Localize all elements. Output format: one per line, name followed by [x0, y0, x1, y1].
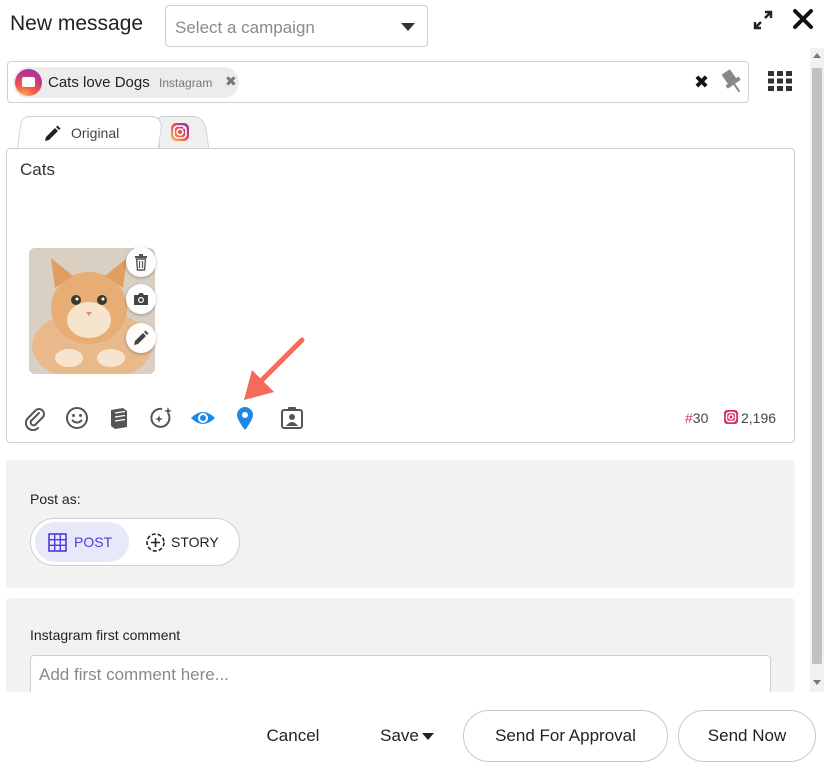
emoji-icon[interactable] [64, 405, 90, 431]
hashtag-count: 30 [692, 410, 709, 426]
camera-icon [134, 293, 148, 305]
apps-grid-icon[interactable] [767, 70, 793, 92]
send-now-label: Send Now [707, 726, 787, 745]
first-comment-input[interactable] [30, 655, 771, 695]
tab-original-label: Original [71, 125, 120, 141]
instagram-icon [724, 410, 738, 424]
chevron-down-icon [401, 23, 415, 31]
scroll-down-arrow-icon[interactable] [813, 680, 821, 685]
first-comment-label: Instagram first comment [30, 627, 181, 643]
clear-profiles-icon[interactable]: ✖ [694, 72, 709, 93]
library-icon[interactable] [106, 405, 132, 431]
pencil-icon [134, 330, 149, 345]
scroll-up-arrow-icon[interactable] [813, 53, 821, 58]
dialog-footer: Cancel Save Send For Approval Send Now [0, 692, 824, 772]
profile-name: Cats love Dogs [48, 74, 150, 91]
post-as-section: Post as: POST STORY [6, 460, 795, 588]
location-pin-icon[interactable] [232, 405, 258, 431]
post-option-label: POST [74, 534, 113, 550]
attachment-icon[interactable] [22, 405, 48, 431]
edit-media-button[interactable] [126, 323, 156, 353]
pencil-icon [45, 125, 61, 141]
dialog-title: New message [10, 12, 144, 35]
tag-person-icon[interactable] [279, 405, 305, 431]
caret-down-icon [421, 733, 434, 741]
remove-profile-icon[interactable]: ✖ [225, 73, 237, 90]
instagram-profile-avatar [15, 69, 42, 96]
campaign-select[interactable]: Select a campaign [165, 5, 428, 47]
replace-media-button[interactable] [126, 284, 156, 314]
message-text[interactable]: Cats [20, 160, 55, 180]
add-story-icon [146, 533, 165, 552]
profile-network: Instagram [159, 76, 213, 90]
instagram-icon [171, 123, 189, 141]
grid-icon [48, 533, 67, 552]
expand-icon[interactable] [752, 9, 774, 31]
profile-selector[interactable]: Cats love Dogs Instagram ✖ ✖ [7, 61, 749, 103]
post-option-button[interactable]: POST [35, 522, 129, 562]
cancel-button-label: Cancel [266, 726, 320, 745]
scrollbar[interactable] [810, 48, 824, 692]
preview-eye-icon[interactable] [190, 405, 216, 431]
send-for-approval-label: Send For Approval [495, 726, 636, 745]
save-button-label: Save [380, 726, 419, 745]
post-as-label: Post as: [30, 491, 81, 507]
profile-chip[interactable]: Cats love Dogs Instagram ✖ [13, 67, 239, 98]
cancel-button[interactable]: Cancel [249, 710, 337, 762]
message-editor[interactable]: Cats #30 2,196 [6, 148, 795, 443]
first-comment-section: Instagram first comment [6, 598, 795, 695]
story-option-label: STORY [171, 534, 219, 550]
character-count: 2,196 [741, 410, 777, 426]
scroll-thumb[interactable] [812, 68, 822, 664]
ai-sparkle-icon[interactable] [148, 405, 174, 431]
send-now-button[interactable]: Send Now [678, 710, 816, 762]
trash-icon [135, 254, 147, 271]
post-type-toggle: POST STORY [30, 518, 240, 566]
story-option-button[interactable]: STORY [141, 522, 235, 562]
compose-dialog: New message Select a campaign Cats love … [0, 0, 824, 772]
hashtag-counter: #30 [685, 410, 709, 426]
pin-icon[interactable] [718, 66, 746, 96]
close-icon[interactable] [792, 8, 814, 30]
save-button[interactable]: Save [368, 710, 446, 762]
delete-media-button[interactable] [126, 247, 156, 277]
send-for-approval-button[interactable]: Send For Approval [463, 710, 668, 762]
campaign-select-placeholder: Select a campaign [175, 18, 315, 37]
